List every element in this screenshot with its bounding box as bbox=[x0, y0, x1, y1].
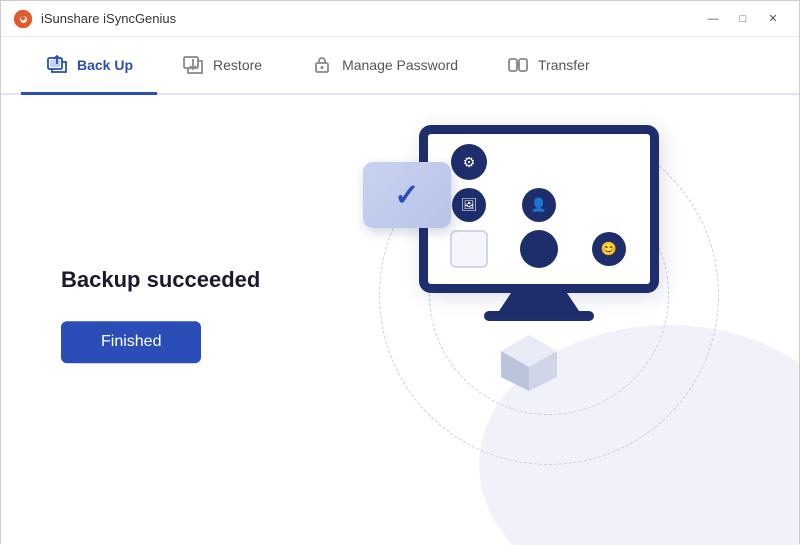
tab-backup[interactable]: Back Up bbox=[21, 37, 157, 95]
close-button[interactable]: ✕ bbox=[759, 9, 787, 29]
checkmark-icon: ✓ bbox=[394, 178, 419, 213]
screen-icon-person: 👤 bbox=[522, 188, 556, 222]
monitor-base bbox=[484, 311, 594, 321]
tab-restore[interactable]: Restore bbox=[157, 37, 286, 95]
tab-transfer[interactable]: Transfer bbox=[482, 37, 614, 95]
monitor-stand bbox=[499, 293, 579, 311]
app-logo bbox=[13, 9, 33, 29]
left-content: Backup succeeded Finished bbox=[61, 267, 260, 363]
tab-backup-label: Back Up bbox=[77, 57, 133, 73]
maximize-button[interactable]: □ bbox=[729, 9, 757, 29]
nav-bar: Back Up Restore Manage Password bbox=[1, 37, 799, 95]
tab-manage-password[interactable]: Manage Password bbox=[286, 37, 482, 95]
window-controls[interactable]: — □ ✕ bbox=[699, 9, 787, 29]
backup-icon bbox=[45, 53, 69, 77]
screen-icon-smiley: 😊 bbox=[592, 232, 626, 266]
envelope-overlay: ✓ bbox=[363, 162, 463, 242]
screen-icon-circle bbox=[520, 230, 558, 268]
monitor-container: ⚙ 🖼 👤 😊 bbox=[419, 125, 659, 321]
minimize-button[interactable]: — bbox=[699, 9, 727, 29]
backup-success-text: Backup succeeded bbox=[61, 267, 260, 293]
app-title: iSunshare iSyncGenius bbox=[41, 11, 699, 26]
illustration: ⚙ 🖼 👤 😊 bbox=[359, 105, 739, 505]
password-icon bbox=[310, 53, 334, 77]
tab-restore-label: Restore bbox=[213, 57, 262, 73]
transfer-icon bbox=[506, 53, 530, 77]
main-content: Backup succeeded Finished ⚙ 🖼 👤 bbox=[1, 95, 799, 545]
finished-button[interactable]: Finished bbox=[61, 321, 201, 363]
cube-decoration bbox=[497, 331, 561, 391]
tab-transfer-label: Transfer bbox=[538, 57, 590, 73]
title-bar: iSunshare iSyncGenius — □ ✕ bbox=[1, 1, 799, 37]
restore-icon bbox=[181, 53, 205, 77]
tab-manage-password-label: Manage Password bbox=[342, 57, 458, 73]
